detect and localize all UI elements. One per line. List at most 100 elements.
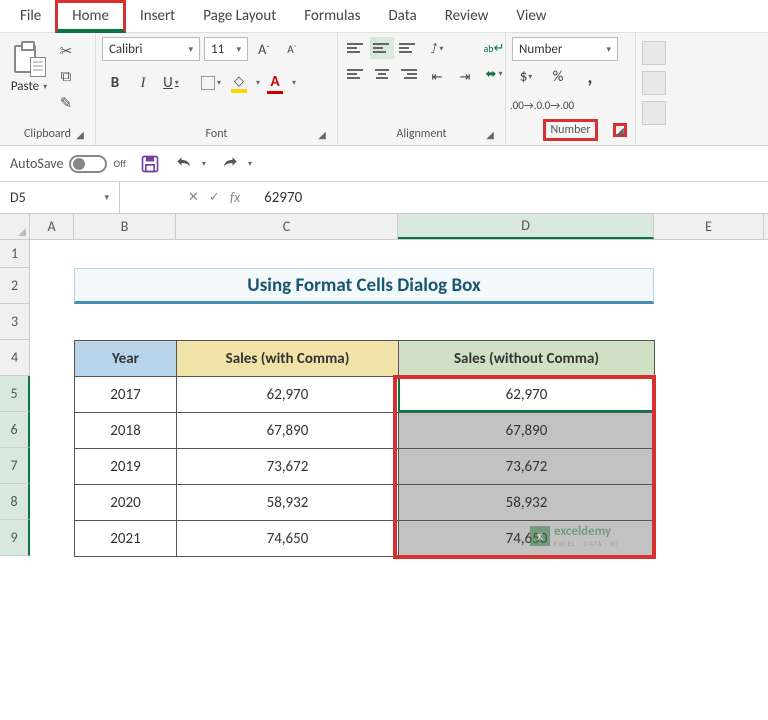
cell-with[interactable]: 62,970 (177, 377, 399, 413)
tab-home[interactable]: Home (55, 0, 126, 33)
increase-font-button[interactable]: Aˆ (252, 37, 276, 61)
tab-formulas[interactable]: Formulas (290, 3, 374, 29)
tab-page-layout[interactable]: Page Layout (189, 3, 290, 29)
cell-with[interactable]: 73,672 (177, 449, 399, 485)
font-group-label: Font (206, 127, 228, 141)
cancel-formula-button[interactable]: ✕ (188, 190, 199, 205)
row-header-2[interactable]: 2 (0, 268, 30, 304)
tab-file[interactable]: File (6, 3, 55, 29)
align-middle-button[interactable] (370, 37, 394, 59)
align-top-button[interactable] (344, 37, 368, 59)
redo-button[interactable]: ▾ (220, 154, 252, 174)
paste-button[interactable]: Paste▾ (6, 37, 52, 94)
cell-with[interactable]: 67,890 (177, 413, 399, 449)
formula-input[interactable]: 62970 (250, 189, 768, 207)
row-header-5[interactable]: 5 (0, 376, 30, 412)
cell-with[interactable]: 58,932 (177, 485, 399, 521)
row-header-1[interactable]: 1 (0, 240, 30, 268)
clipboard-launcher[interactable]: ◢ (73, 127, 87, 141)
cell-without[interactable]: 73,672 (399, 449, 655, 485)
tab-insert[interactable]: Insert (126, 3, 189, 29)
accounting-format-button[interactable]: $▾ (512, 65, 540, 89)
sheet-title[interactable]: Using Format Cells Dialog Box (74, 268, 654, 304)
autosave-toggle[interactable]: AutoSave Off (10, 155, 126, 173)
cell-grid[interactable]: Using Format Cells Dialog Box Year Sales… (30, 240, 768, 556)
enter-formula-button[interactable]: ✓ (209, 190, 220, 205)
insert-function-button[interactable]: fx (230, 189, 240, 206)
col-header-C[interactable]: C (176, 214, 398, 239)
increase-indent-button[interactable]: ⇥ (452, 65, 478, 89)
cell-year[interactable]: 2020 (75, 485, 177, 521)
number-launcher[interactable]: ◢ (613, 123, 627, 137)
conditional-formatting-button[interactable] (642, 41, 666, 65)
clipboard-icon (12, 37, 46, 77)
decrease-font-button[interactable]: Aˇ (280, 37, 304, 61)
italic-button[interactable]: I (130, 71, 156, 95)
font-name-select[interactable]: Calibri▾ (102, 37, 200, 61)
merge-button[interactable]: ⬌▾ (482, 63, 506, 85)
wrap-text-button[interactable]: ab↵ (482, 37, 506, 59)
cell-year[interactable]: 2021 (75, 521, 177, 557)
ribbon: Paste▾ ✂ ⧉ ✎ Clipboard◢ Calibri▾ 11▾ Aˆ … (0, 32, 768, 146)
row-header-4[interactable]: 4 (0, 340, 30, 376)
cell-styles-button[interactable] (642, 101, 666, 125)
font-size-select[interactable]: 11▾ (204, 37, 248, 61)
percent-format-button[interactable]: % (544, 65, 572, 89)
decrease-decimal-button[interactable]: .0→.00 (544, 93, 572, 117)
row-header-9[interactable]: 9 (0, 520, 30, 556)
header-year[interactable]: Year (75, 341, 177, 377)
name-box[interactable]: D5▾ (0, 182, 120, 213)
header-with-comma[interactable]: Sales (with Comma) (177, 341, 399, 377)
row-header-7[interactable]: 7 (0, 448, 30, 484)
cell-without[interactable]: 62,970 (399, 377, 655, 413)
excel-logo-icon: x (530, 526, 550, 546)
spreadsheet: A B C D E 1 2 3 4 5 6 7 8 9 Using Format… (0, 214, 768, 556)
cell-without[interactable]: 58,932 (399, 485, 655, 521)
cut-button[interactable]: ✂ (56, 41, 76, 61)
format-painter-button[interactable]: ✎ (56, 93, 76, 113)
fill-color-button[interactable]: ◇ (226, 71, 252, 95)
align-bottom-button[interactable] (396, 37, 420, 59)
number-group-label: Number (543, 119, 597, 141)
undo-button[interactable]: ▾ (174, 154, 206, 174)
increase-decimal-button[interactable]: .00→.0 (512, 93, 540, 117)
select-all-corner[interactable] (0, 214, 30, 239)
tab-review[interactable]: Review (431, 3, 503, 29)
cell-year[interactable]: 2017 (75, 377, 177, 413)
cell-with[interactable]: 74,650 (177, 521, 399, 557)
font-color-button[interactable]: A (262, 71, 288, 95)
alignment-launcher[interactable]: ◢ (483, 127, 497, 141)
ribbon-tabs: File Home Insert Page Layout Formulas Da… (0, 0, 768, 32)
bold-button[interactable]: B (102, 71, 128, 95)
align-right-button[interactable] (396, 63, 420, 85)
underline-button[interactable]: U▾ (158, 71, 184, 95)
header-without-comma[interactable]: Sales (without Comma) (399, 341, 655, 377)
orientation-button[interactable]: ⭜▾ (424, 37, 450, 61)
cell-without[interactable]: 67,890 (399, 413, 655, 449)
cell-year[interactable]: 2018 (75, 413, 177, 449)
row-header-8[interactable]: 8 (0, 484, 30, 520)
row-header-3[interactable]: 3 (0, 304, 30, 340)
col-header-D[interactable]: D (398, 214, 654, 239)
tab-view[interactable]: View (502, 3, 560, 29)
col-header-E[interactable]: E (654, 214, 764, 239)
align-left-button[interactable] (344, 63, 368, 85)
font-launcher[interactable]: ◢ (315, 127, 329, 141)
cell-year[interactable]: 2019 (75, 449, 177, 485)
col-header-A[interactable]: A (30, 214, 74, 239)
toggle-icon (69, 155, 107, 173)
format-table-button[interactable] (642, 71, 666, 95)
border-button[interactable]: ▾ (198, 71, 224, 95)
save-button[interactable] (140, 154, 160, 174)
align-center-button[interactable] (370, 63, 394, 85)
col-header-B[interactable]: B (74, 214, 176, 239)
quick-access-toolbar: AutoSave Off ▾ ▾ (0, 146, 768, 182)
number-format-select[interactable]: Number▾ (512, 37, 618, 61)
row-header-6[interactable]: 6 (0, 412, 30, 448)
comma-format-button[interactable]: , (576, 65, 604, 89)
alignment-group-label: Alignment (396, 127, 446, 141)
formula-bar: D5▾ ✕ ✓ fx 62970 (0, 182, 768, 214)
copy-button[interactable]: ⧉ (56, 67, 76, 87)
decrease-indent-button[interactable]: ⇤ (424, 65, 450, 89)
tab-data[interactable]: Data (374, 3, 430, 29)
